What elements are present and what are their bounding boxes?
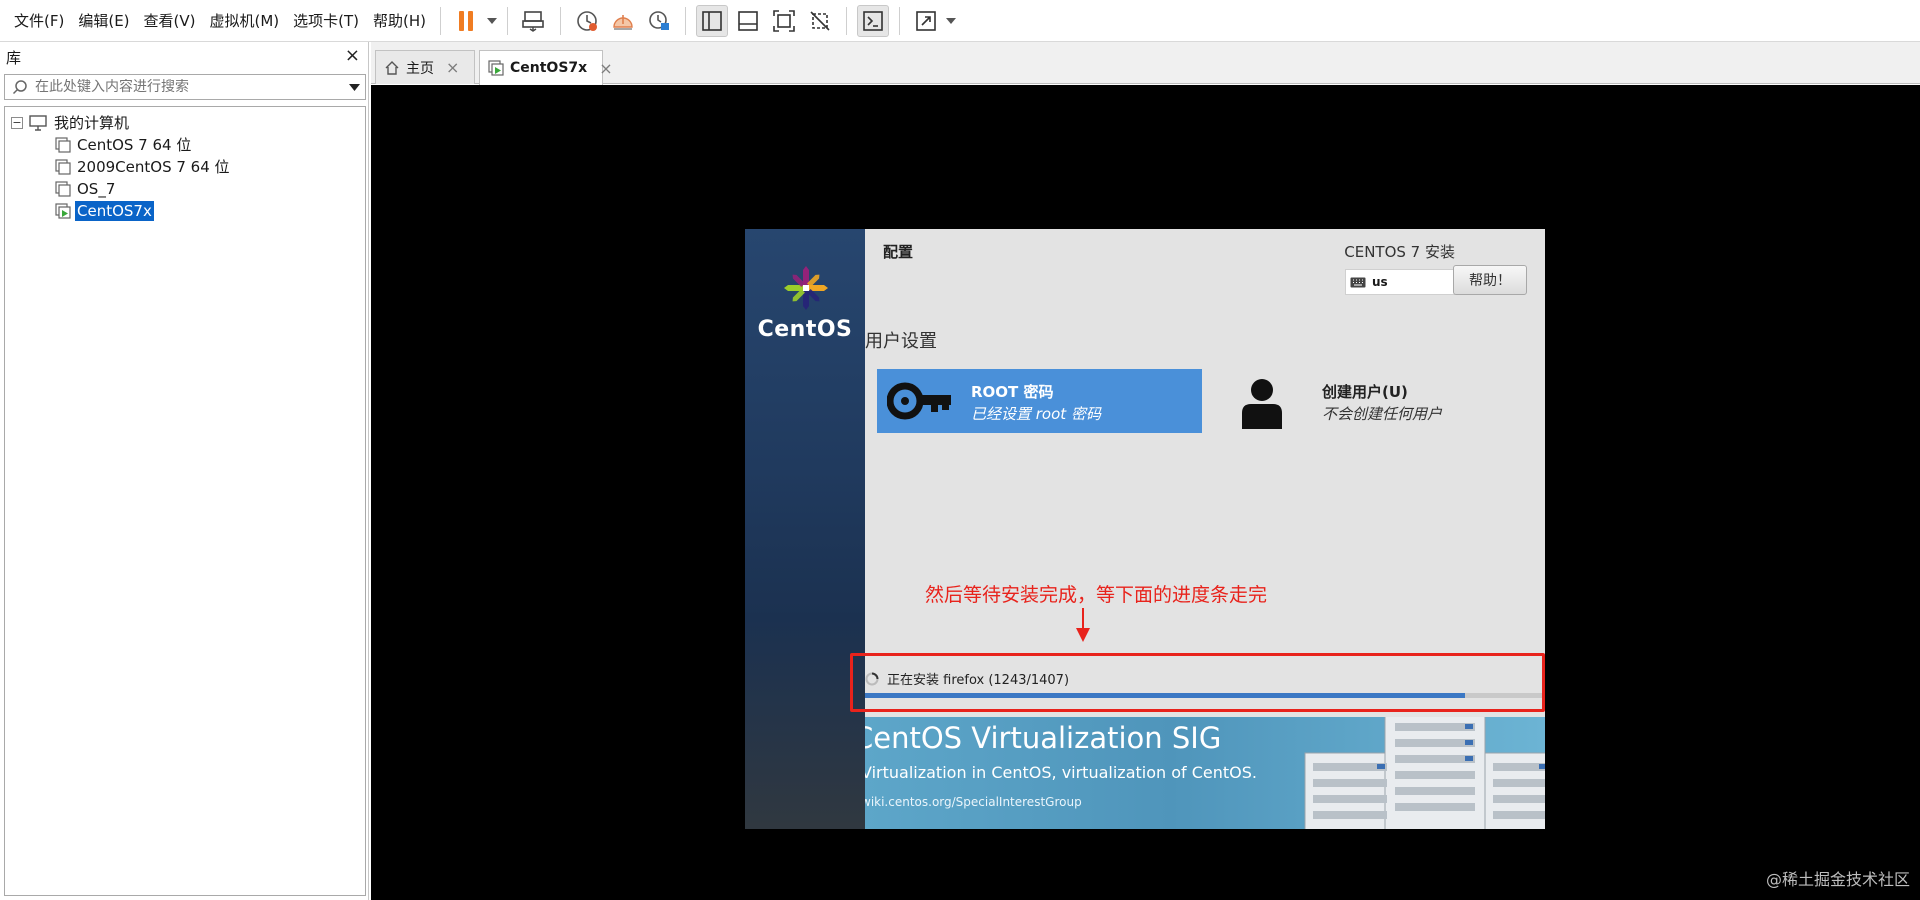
tree-item-label: OS_7: [77, 180, 116, 198]
close-icon[interactable]: ×: [599, 59, 612, 78]
menu-file[interactable]: 文件(F): [8, 9, 70, 33]
console-icon[interactable]: [857, 4, 890, 37]
search-icon: [5, 79, 35, 95]
help-button[interactable]: 帮助！: [1453, 265, 1527, 295]
send-keys-icon[interactable]: [518, 5, 550, 37]
installer-sidebar: CentOS: [745, 229, 865, 829]
annotation-text: 然后等待安装完成，等下面的进度条走完: [925, 584, 1268, 606]
running-vm-icon: [488, 60, 504, 76]
tree-item-vm[interactable]: 2009CentOS 7 64 位: [55, 156, 232, 178]
library-search[interactable]: [4, 74, 366, 100]
home-icon: [384, 60, 400, 76]
tab-home-label: 主页: [406, 60, 434, 77]
thumbnail-view-icon[interactable]: [732, 5, 764, 37]
vm-icon: [55, 137, 71, 153]
stretch-icon[interactable]: [910, 5, 942, 37]
running-vm-icon: [55, 203, 71, 219]
tree-root-label: 我的计算机: [54, 114, 130, 132]
keyboard-icon: [1350, 277, 1366, 287]
root-password-title: ROOT 密码: [971, 383, 1054, 401]
create-user-title: 创建用户(U): [1322, 383, 1408, 401]
menu-help[interactable]: 帮助(H): [367, 9, 432, 33]
root-password-spoke[interactable]: ROOT 密码 已经设置 root 密码: [877, 369, 1202, 433]
toolbar-separator: [440, 6, 442, 35]
toolbar-separator: [507, 6, 509, 35]
virtualization-sig-banner: CentOS Virtualization SIG Virtualization…: [865, 717, 1545, 829]
toolbar-separator: [899, 6, 901, 35]
search-input[interactable]: [35, 79, 343, 95]
pause-icon[interactable]: [451, 5, 483, 37]
library-panel: 库 × − 我的计算机 CentOS 7 64 位 2009CentOS: [0, 42, 369, 900]
toolbar-separator: [846, 6, 848, 35]
stretch-dropdown-icon[interactable]: [944, 5, 958, 37]
close-icon[interactable]: ×: [446, 58, 459, 77]
library-tree: − 我的计算机 CentOS 7 64 位 2009CentOS 7 64 位 …: [4, 106, 366, 896]
unity-icon[interactable]: [804, 5, 836, 37]
watermark: @稀土掘金技术社区: [1765, 870, 1910, 889]
computer-icon: [29, 115, 47, 131]
pause-dropdown-icon[interactable]: [485, 5, 499, 37]
tree-item-label: CentOS7x: [75, 201, 154, 221]
tab-home[interactable]: 主页 ×: [375, 50, 475, 84]
key-icon: [886, 381, 953, 425]
server-rack-icon: [1295, 717, 1545, 829]
tree-item-vm[interactable]: CentOS 7 64 位: [55, 134, 193, 156]
keyboard-layout-indicator[interactable]: us: [1345, 269, 1455, 295]
close-icon[interactable]: ×: [345, 46, 360, 66]
menu-view[interactable]: 查看(V): [138, 9, 202, 33]
revert-snapshot-icon[interactable]: [607, 5, 639, 37]
menubar-toolbar: 文件(F) 编辑(E) 查看(V) 虚拟机(M) 选项卡(T) 帮助(H): [0, 0, 1920, 42]
root-password-status: 已经设置 root 密码: [971, 405, 1101, 423]
search-dropdown-icon[interactable]: [343, 83, 365, 91]
tree-item-vm[interactable]: OS_7: [55, 178, 117, 200]
banner-title: CentOS Virtualization SIG: [865, 721, 1222, 755]
library-view-icon[interactable]: [696, 4, 729, 37]
user-icon: [1240, 377, 1284, 433]
config-title: 配置: [883, 243, 914, 261]
library-title: 库: [6, 48, 22, 67]
snapshot-manager-icon[interactable]: [643, 5, 675, 37]
centos-logo-icon: [783, 265, 829, 315]
tree-item-label: CentOS 7 64 位: [77, 136, 192, 154]
tree-root[interactable]: − 我的计算机: [11, 112, 131, 134]
toolbar-separator: [685, 6, 687, 35]
menu-vm[interactable]: 虚拟机(M): [204, 9, 286, 33]
banner-subtitle: Virtualization in CentOS, virtualization…: [865, 763, 1257, 782]
arrow-down-icon: [1073, 608, 1093, 648]
vm-icon: [55, 181, 71, 197]
create-user-spoke[interactable]: 创建用户(U) 不会创建任何用户: [1240, 369, 1540, 433]
tree-item-vm-selected[interactable]: CentOS7x: [55, 200, 154, 222]
annotation-highlight-box: [850, 653, 1545, 712]
install-title: CENTOS 7 安装: [1344, 243, 1455, 261]
toolbar-separator: [560, 6, 562, 35]
banner-url: wiki.centos.org/SpecialInterestGroup: [865, 795, 1082, 809]
menu-edit[interactable]: 编辑(E): [72, 9, 135, 33]
create-user-status: 不会创建任何用户: [1322, 405, 1443, 423]
vm-icon: [55, 159, 71, 175]
snapshot-icon[interactable]: [571, 5, 603, 37]
tab-bar: 主页 × CentOS7x ×: [371, 42, 1920, 85]
tab-centos7x[interactable]: CentOS7x ×: [479, 50, 613, 85]
guest-screen[interactable]: CentOS 配置 CENTOS 7 安装 us 帮助！ 用户设置 ROOT 密…: [745, 229, 1545, 829]
keyboard-layout-label: us: [1372, 275, 1388, 289]
menu-tabs[interactable]: 选项卡(T): [287, 9, 365, 33]
collapse-icon[interactable]: −: [11, 117, 23, 129]
tree-item-label: 2009CentOS 7 64 位: [77, 158, 230, 176]
tab-centos7x-label: CentOS7x: [510, 60, 588, 76]
centos-brand: CentOS: [757, 317, 853, 342]
user-settings-heading: 用户设置: [865, 331, 937, 352]
fullscreen-icon[interactable]: [768, 5, 800, 37]
library-header: 库 ×: [0, 42, 368, 72]
